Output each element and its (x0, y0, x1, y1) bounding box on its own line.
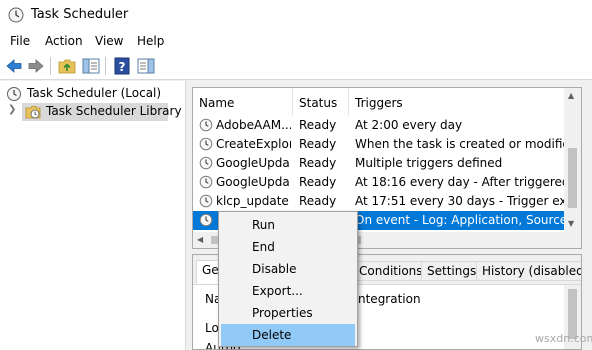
task-trigger: When the task is created or modified (355, 137, 566, 151)
menu-view[interactable]: View (95, 34, 123, 48)
table-row[interactable]: GoogleUpda... Ready At 18:16 every day - A… (193, 173, 566, 192)
task-status: Ready (299, 175, 337, 189)
task-clock-icon (199, 137, 213, 151)
watermark: wsxdn.com (535, 332, 592, 345)
column-header-label: Name (199, 96, 235, 110)
task-name: AdobeAAM... (216, 118, 291, 132)
folder-up-icon[interactable] (58, 57, 76, 75)
tab-label: Conditions (359, 264, 423, 278)
action-pane-icon[interactable] (137, 57, 155, 75)
toolbar: ? (0, 52, 592, 80)
clock-icon (7, 87, 21, 101)
task-trigger: At 18:16 every day - After triggered, re… (355, 175, 566, 189)
chevron-right-icon[interactable]: ❯ (8, 104, 16, 115)
task-trigger: Multiple triggers defined (355, 156, 503, 170)
task-status: Ready (299, 194, 337, 208)
context-menu-item-label: Export... (252, 284, 303, 298)
context-menu: Run End Disable Export... Properties Delete (218, 211, 358, 347)
detail-integration-text: ntegration (358, 292, 421, 306)
task-clock-icon (199, 194, 213, 208)
scroll-up-arrow-icon[interactable]: ▲ (568, 91, 574, 100)
context-menu-item-label: Properties (252, 306, 313, 320)
context-menu-item-label: Disable (252, 262, 297, 276)
table-row[interactable]: klcp_update Ready At 17:51 every 30 days -… (193, 192, 566, 211)
task-name: CreateExplor... (216, 137, 291, 151)
context-menu-item-label: End (252, 240, 275, 254)
tree-item-library[interactable]: ❯ Task Scheduler Library (8, 103, 182, 121)
title-bar: Task Scheduler (0, 0, 592, 30)
toolbar-separator (50, 57, 51, 75)
context-menu-item-end[interactable]: End (221, 236, 355, 258)
task-scheduler-icon (8, 7, 24, 23)
menu-bar: File Action View Help (0, 30, 592, 52)
context-menu-item-label: Run (252, 218, 276, 232)
context-menu-item-label: Delete (252, 328, 292, 342)
menu-action[interactable]: Action (45, 34, 83, 48)
column-header-label: Status (299, 96, 338, 110)
task-name: klcp_update (216, 194, 289, 208)
task-list-vertical-scrollbar[interactable]: ▲ ▼ (564, 88, 581, 233)
tree-item-library-label: Task Scheduler Library (46, 104, 182, 118)
task-clock-icon (199, 213, 213, 227)
table-row[interactable]: CreateExplor... Ready When the task is cre… (193, 135, 566, 154)
navigation-tree: Task Scheduler (Local) ❯ Task Scheduler … (0, 81, 186, 350)
menu-file[interactable]: File (10, 34, 30, 48)
help-icon[interactable]: ? (113, 57, 131, 75)
task-name: GoogleUpda... (216, 156, 291, 170)
scrollbar-thumb[interactable] (568, 148, 577, 208)
detail-location-label: Lo (205, 321, 219, 335)
task-trigger: On event - Log: Application, Source: Sec (355, 213, 566, 227)
task-status: Ready (299, 137, 337, 151)
back-arrow-icon[interactable] (5, 57, 23, 75)
tab-conditions[interactable]: Conditions (353, 261, 429, 281)
task-trigger: At 2:00 every day (355, 118, 463, 132)
task-status: Ready (299, 156, 337, 170)
column-header-status[interactable]: Status (293, 88, 349, 116)
context-menu-item-run[interactable]: Run (221, 214, 355, 236)
tree-item-local[interactable]: Task Scheduler (Local) (4, 85, 182, 103)
tab-label: History (disabled) (482, 264, 582, 278)
context-menu-item-delete[interactable]: Delete (221, 324, 355, 346)
context-menu-item-disable[interactable]: Disable (221, 258, 355, 280)
tree-item-local-label: Task Scheduler (Local) (27, 86, 162, 100)
forward-arrow-icon[interactable] (27, 57, 45, 75)
task-status: Ready (299, 118, 337, 132)
tab-history[interactable]: History (disabled) (476, 261, 582, 281)
scrollbar-corner (564, 232, 581, 248)
table-row[interactable]: GoogleUpda... Ready Multiple triggers defi… (193, 154, 566, 173)
task-clock-icon (199, 175, 213, 189)
scroll-down-arrow-icon[interactable]: ▼ (568, 219, 574, 228)
column-header-label: Triggers (355, 96, 403, 110)
window-title: Task Scheduler (31, 7, 129, 22)
menu-help[interactable]: Help (137, 34, 164, 48)
tab-label: Settings (427, 264, 477, 278)
folder-clock-icon (25, 106, 41, 119)
table-row[interactable]: AdobeAAM... Ready At 2:00 every day (193, 116, 566, 135)
scroll-left-arrow-icon[interactable]: ◀ (197, 235, 203, 244)
svg-text:?: ? (119, 60, 126, 74)
column-header-name[interactable]: Name (193, 88, 293, 116)
task-name: GoogleUpda... (216, 175, 291, 189)
task-clock-icon (199, 118, 213, 132)
context-menu-item-properties[interactable]: Properties (221, 302, 355, 324)
column-header-triggers[interactable]: Triggers (349, 88, 569, 116)
show-hide-tree-icon[interactable] (82, 57, 100, 75)
task-clock-icon (199, 156, 213, 170)
task-trigger: At 17:51 every 30 days - Trigger expires… (355, 194, 566, 208)
tab-settings[interactable]: Settings (421, 261, 483, 281)
toolbar-separator (105, 57, 106, 75)
context-menu-item-export[interactable]: Export... (221, 280, 355, 302)
